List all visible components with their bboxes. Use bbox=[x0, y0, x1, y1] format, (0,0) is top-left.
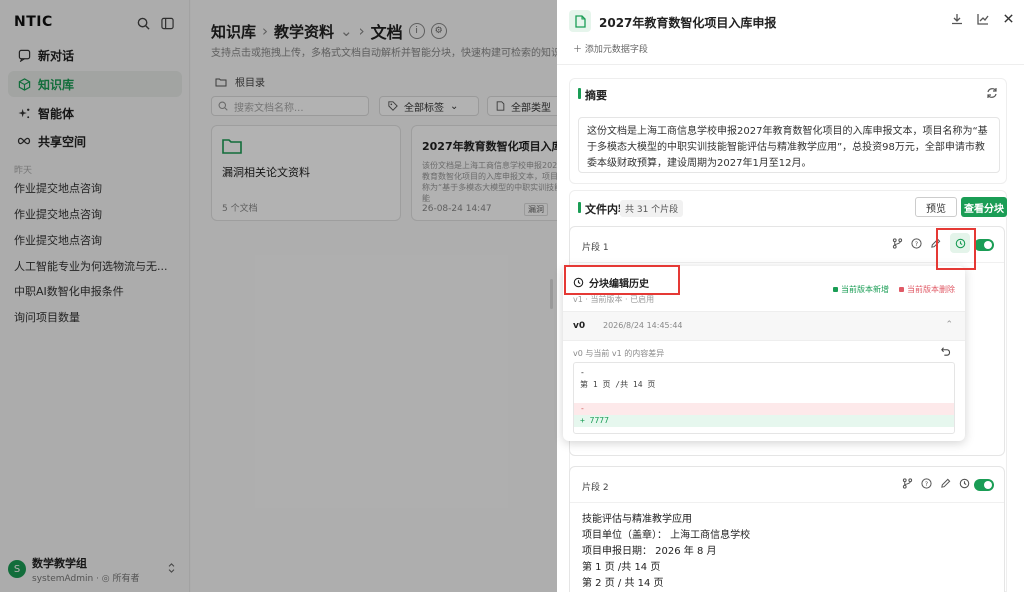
segment-line: 第 1 页 /共 14 页 bbox=[582, 562, 661, 573]
current-version-info: v1 · 当前版本 · 已启用 bbox=[573, 295, 655, 304]
diff-line-added: + 7777 bbox=[574, 415, 954, 427]
add-metadata-button[interactable]: ＋ 添加元数据字段 bbox=[573, 42, 648, 55]
diff-line-deleted: - bbox=[574, 403, 954, 415]
segment-content: 技能评估与精准教学应用 项目单位（盖章）： 上海工商信息学校 项目申报日期： 2… bbox=[582, 512, 750, 592]
drawer-title: 2027年教育数智化项目入库申报 bbox=[599, 16, 777, 30]
segment-line: 项目单位（盖章）： 上海工商信息学校 bbox=[582, 530, 751, 541]
modal-overlay[interactable] bbox=[0, 0, 557, 592]
segment-line: 第 2 页 / 共 14 页 bbox=[582, 578, 664, 589]
segment-enable-toggle[interactable] bbox=[974, 239, 994, 251]
segment-line: 项目申报日期： 2026 年 8 月 bbox=[582, 546, 717, 557]
edit-icon[interactable] bbox=[940, 478, 951, 492]
diff-label: v0 与当前 v1 的内容差异 bbox=[573, 349, 665, 358]
chevron-up-icon[interactable]: ⌃ bbox=[945, 320, 953, 330]
version-time: 2026/8/24 14:45:44 bbox=[603, 321, 683, 330]
history-icon[interactable] bbox=[959, 478, 970, 492]
diff-legend: 当前版本新增 当前版本删除 bbox=[833, 284, 955, 295]
preview-button[interactable]: 预览 bbox=[915, 197, 957, 217]
branch-icon[interactable] bbox=[902, 478, 913, 492]
plus-icon: ＋ bbox=[573, 45, 583, 55]
refresh-icon[interactable] bbox=[986, 87, 998, 102]
segment-enable-toggle[interactable] bbox=[974, 479, 994, 491]
help-icon[interactable]: ? bbox=[921, 478, 932, 492]
diff-line: 第 1 页 /共 14 页 bbox=[580, 380, 656, 389]
highlight-box bbox=[936, 228, 976, 270]
diff-viewer: - 第 1 页 /共 14 页 - + 7777 bbox=[573, 362, 955, 434]
segment-card: 片段 2 ? 技能评估与精准教学应用 项目单位（盖章）： 上海工商信息学校 项目… bbox=[569, 466, 1005, 592]
segment-label: 片段 2 bbox=[582, 483, 609, 493]
expand-chevron-icon[interactable]: ⌄ bbox=[784, 159, 792, 169]
download-icon[interactable] bbox=[951, 13, 963, 28]
diff-line: - bbox=[580, 368, 585, 377]
restore-icon[interactable] bbox=[941, 345, 951, 359]
svg-text:?: ? bbox=[915, 240, 918, 248]
diff-line bbox=[574, 391, 954, 403]
segment-count-badge: 共 31 个片段 bbox=[620, 200, 684, 217]
document-icon bbox=[569, 10, 591, 32]
segment-line: 技能评估与精准教学应用 bbox=[582, 514, 692, 525]
chart-icon[interactable] bbox=[977, 13, 989, 28]
svg-text:?: ? bbox=[925, 480, 928, 488]
version-row[interactable]: v0 2026/8/24 14:45:44 ⌃ bbox=[563, 311, 965, 341]
view-chunks-button[interactable]: 查看分块 bbox=[961, 197, 1007, 217]
highlight-box bbox=[564, 265, 680, 295]
branch-icon[interactable] bbox=[892, 238, 903, 252]
legend-added: 当前版本新增 bbox=[841, 285, 889, 294]
segment-label: 片段 1 bbox=[582, 243, 609, 253]
summary-section: 摘要 这份文档是上海工商信息学校申报2027年教育数智化项目的入库申报文本，项目… bbox=[569, 78, 1007, 184]
drawer-resize-handle[interactable] bbox=[550, 279, 553, 309]
add-metadata-label: 添加元数据字段 bbox=[584, 45, 648, 55]
close-icon[interactable] bbox=[1003, 13, 1014, 28]
help-icon[interactable]: ? bbox=[911, 238, 922, 252]
summary-title: 摘要 bbox=[578, 87, 607, 103]
legend-deleted: 当前版本删除 bbox=[907, 285, 955, 294]
version-name: v0 bbox=[573, 321, 586, 331]
